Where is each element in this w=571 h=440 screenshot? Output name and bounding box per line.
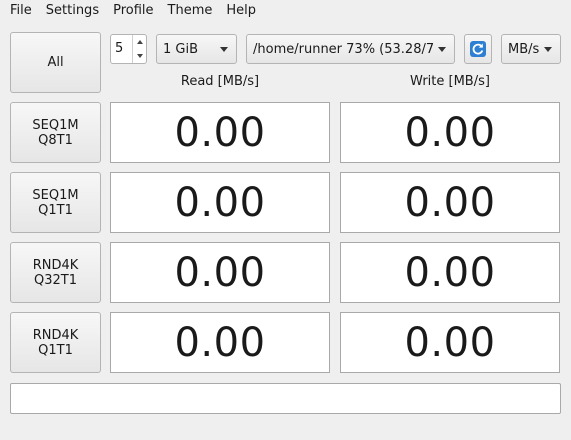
menu-help[interactable]: Help <box>218 0 262 22</box>
loops-spinbox[interactable]: 5 <box>110 34 147 64</box>
dropdown-arrow-icon <box>438 46 446 52</box>
refresh-icon <box>470 41 486 57</box>
write-column-header: Write [MB/s] <box>410 74 490 89</box>
loops-value: 5 <box>115 41 124 56</box>
size-select[interactable]: 1 GiB <box>156 34 237 64</box>
dropdown-arrow-icon <box>544 46 552 52</box>
test-params: Q32T1 <box>34 272 77 288</box>
loops-stepper[interactable] <box>132 35 146 63</box>
read-result-rnd4k-q1t1: 0.00 <box>110 312 330 373</box>
menu-theme[interactable]: Theme <box>160 0 219 22</box>
read-result-seq1m-q1t1: 0.00 <box>110 172 330 233</box>
menu-bar: File Settings Profile Theme Help <box>0 0 571 22</box>
test-name: RND4K <box>32 327 79 343</box>
test-name: SEQ1M <box>32 117 79 133</box>
read-result-rnd4k-q32t1: 0.00 <box>110 242 330 303</box>
menu-file[interactable]: File <box>0 0 38 22</box>
all-button[interactable]: All <box>10 32 101 93</box>
target-drive-value: /home/runner 73% (53.28/72.30 GiB) <box>253 41 434 57</box>
test-button-seq1m-q1t1[interactable]: SEQ1M Q1T1 <box>10 172 101 233</box>
write-result-seq1m-q1t1: 0.00 <box>340 172 560 233</box>
dropdown-arrow-icon <box>220 46 228 52</box>
test-button-seq1m-q8t1[interactable]: SEQ1M Q8T1 <box>10 102 101 163</box>
target-drive-select[interactable]: /home/runner 73% (53.28/72.30 GiB) <box>246 34 455 64</box>
unit-value: MB/s <box>508 41 540 57</box>
test-params: Q1T1 <box>38 202 73 218</box>
read-column-header: Read [MB/s] <box>180 74 260 89</box>
all-button-label: All <box>47 55 64 70</box>
write-result-rnd4k-q32t1: 0.00 <box>340 242 560 303</box>
write-result-rnd4k-q1t1: 0.00 <box>340 312 560 373</box>
menu-profile[interactable]: Profile <box>105 0 159 22</box>
loops-up-arrow[interactable] <box>133 35 146 49</box>
test-params: Q1T1 <box>38 342 73 358</box>
menu-settings[interactable]: Settings <box>38 0 105 22</box>
size-value: 1 GiB <box>163 41 199 57</box>
refresh-button[interactable] <box>464 34 492 64</box>
write-result-seq1m-q8t1: 0.00 <box>340 102 560 163</box>
test-button-rnd4k-q32t1[interactable]: RND4K Q32T1 <box>10 242 101 303</box>
comment-field[interactable] <box>10 383 561 414</box>
unit-select[interactable]: MB/s <box>501 34 561 64</box>
chevron-down-icon <box>136 54 143 58</box>
read-result-seq1m-q8t1: 0.00 <box>110 102 330 163</box>
test-params: Q8T1 <box>38 132 73 148</box>
loops-down-arrow[interactable] <box>133 49 146 63</box>
test-name: SEQ1M <box>32 187 79 203</box>
test-name: RND4K <box>32 257 79 273</box>
chevron-up-icon <box>136 40 143 44</box>
test-button-rnd4k-q1t1[interactable]: RND4K Q1T1 <box>10 312 101 373</box>
